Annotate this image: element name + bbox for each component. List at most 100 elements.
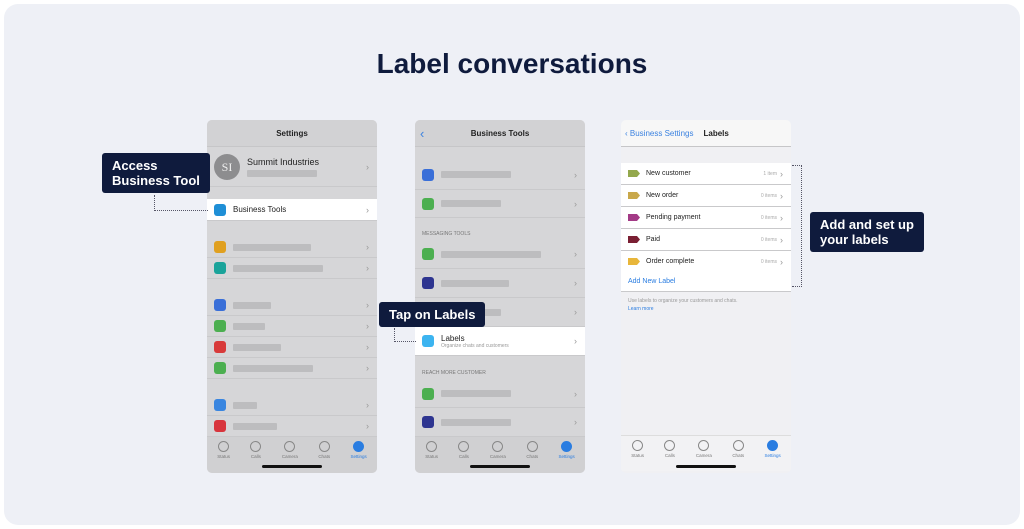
tab-calls[interactable]: Calls [458,441,470,473]
chevron-right-icon: › [780,190,783,201]
placeholder-bar [233,322,265,330]
back-button[interactable]: ‹ Business Settings [625,129,693,138]
tab-camera[interactable]: Camera [490,441,506,473]
tab-label: Status [217,454,230,459]
app-icon [422,197,434,210]
tab-settings[interactable]: Settings [559,441,575,473]
list-item[interactable]: › [207,237,377,258]
chevron-right-icon: › [780,234,783,245]
calls-icon [664,440,676,451]
app-icon [214,420,226,432]
tab-status[interactable]: Status [217,441,230,473]
placeholder-bar [441,418,511,426]
back-icon[interactable]: ‹ [420,120,424,147]
app-icon [214,241,226,253]
list-item[interactable]: › [415,160,585,190]
header-title: Labels [703,129,729,138]
label-row[interactable]: New order 0 items › [621,185,791,207]
header: ‹ Business Tools [415,120,585,147]
chevron-right-icon: › [574,388,577,399]
label-count: 0 items [760,214,777,221]
tab-status[interactable]: Status [631,440,644,471]
profile-row[interactable]: SI Summit Industries › [207,147,377,187]
list-item[interactable]: › [207,258,377,279]
header-title: Business Tools [470,129,530,138]
tab-camera[interactable]: Camera [282,441,298,473]
footer-text: Use labels to organize your customers an… [628,298,738,304]
add-new-label-button[interactable]: Add New Label [621,272,791,292]
app-icon [422,387,434,400]
list-item[interactable]: › [207,395,377,416]
callout-add-labels: Add and set up your labels [810,212,924,252]
camera-icon [492,441,504,452]
app-icon [422,168,434,181]
business-tools-icon [214,203,226,216]
label-tag-icon [628,192,640,199]
callout-tap-on-labels: Tap on Labels [379,302,486,327]
chevron-right-icon: › [574,307,577,317]
chevron-right-icon: › [366,300,369,310]
chevron-right-icon: › [574,336,577,346]
placeholder-bar [233,422,277,430]
app-icon [214,262,226,274]
camera-icon [284,441,296,452]
chevron-right-icon: › [366,342,369,352]
tab-label: Settings [558,454,575,459]
list-item[interactable]: › [207,416,377,437]
chevron-right-icon: › [574,417,577,427]
placeholder-bar [233,364,313,372]
tab-chats[interactable]: Chats [526,441,538,473]
callout-access-business-tool: Access Business Tool [102,153,210,193]
section-messaging-tools: MESSAGING TOOLS [422,231,471,237]
placeholder-bar [233,264,323,272]
label-row[interactable]: New customer 1 item › [621,163,791,185]
labels-title: Labels [441,333,465,343]
tab-label: Status [425,454,438,459]
label-tag-icon [628,258,640,265]
phone-settings: Settings SI Summit Industries › Business… [207,120,377,473]
list-item[interactable]: › [207,337,377,358]
business-tools-row[interactable]: Business Tools › [207,199,377,221]
learn-more-link[interactable]: Learn more [628,306,654,312]
label-row[interactable]: Order complete 0 items › [621,251,791,273]
tab-status[interactable]: Status [425,441,438,473]
list-item[interactable]: › [207,358,377,379]
tab-chats[interactable]: Chats [318,441,330,473]
label-row[interactable]: Paid 0 items › [621,229,791,251]
label-count: 0 items [760,192,777,199]
labels-subtitle: Organize chats and customers [441,342,509,349]
app-icon [422,416,434,428]
connector [792,165,802,287]
tab-calls[interactable]: Calls [250,441,262,473]
label-tag-icon [628,214,640,221]
list-item[interactable]: › [207,295,377,316]
app-icon [422,248,434,260]
back-label: Business Settings [629,129,694,138]
status-icon [632,440,644,451]
tab-calls[interactable]: Calls [664,440,676,471]
list-item[interactable]: › [415,190,585,218]
label-row[interactable]: Pending payment 0 items › [621,207,791,229]
label-name: New customer [646,170,691,177]
calls-icon [250,441,262,452]
tab-settings[interactable]: Settings [765,440,781,471]
list-item[interactable]: › [415,240,585,269]
placeholder-bar [233,243,311,251]
app-icon [214,320,226,332]
chevron-right-icon: › [574,249,577,259]
placeholder-bar [441,390,511,397]
list-item[interactable]: › [415,408,585,437]
label-tag-icon [628,236,640,243]
app-icon [214,341,226,353]
placeholder-bar [441,279,509,287]
chevron-right-icon: › [366,421,369,431]
app-icon [214,399,226,411]
labels-row[interactable]: Labels Organize chats and customers › [415,327,585,356]
list-item[interactable]: › [415,380,585,408]
tab-label: Calls [664,453,675,458]
list-item[interactable]: › [415,269,585,298]
tab-settings[interactable]: Settings [351,441,367,473]
business-tools-label: Business Tools [233,205,287,214]
list-item[interactable]: › [207,316,377,337]
chevron-right-icon: › [574,169,577,180]
